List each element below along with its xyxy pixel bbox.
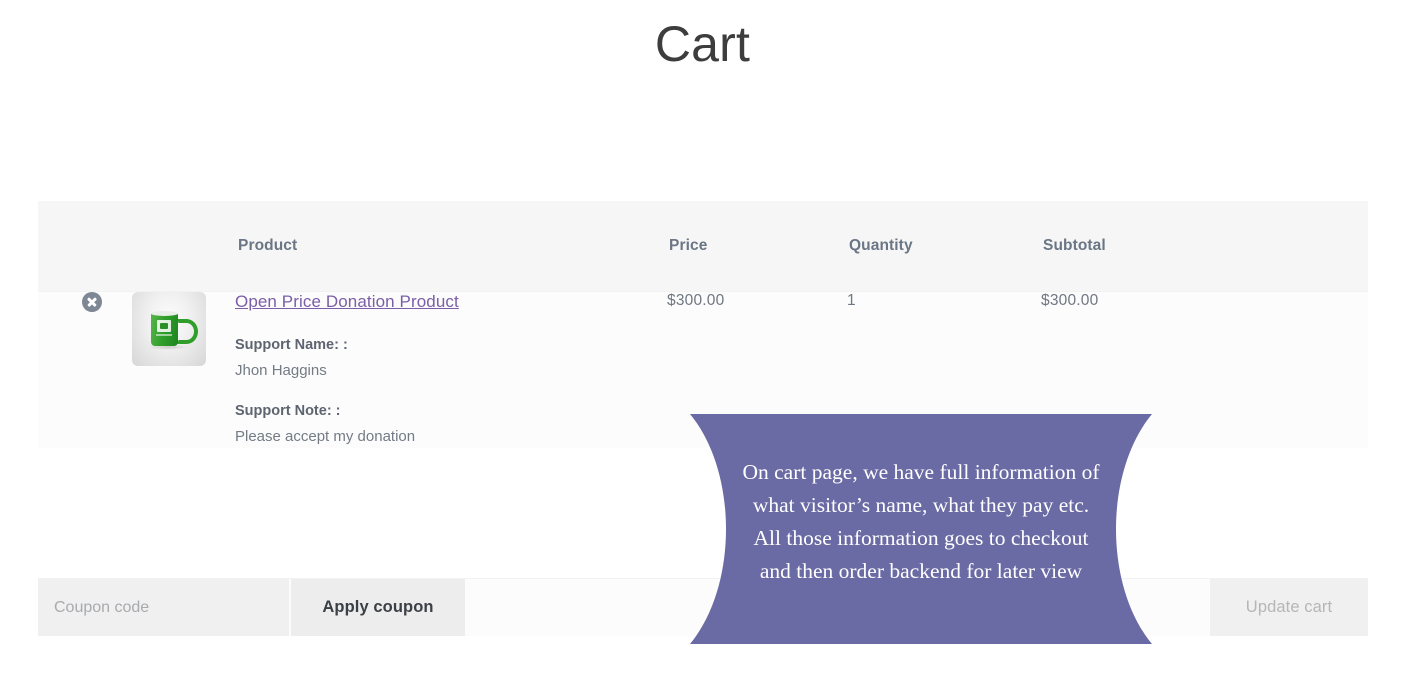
- column-header-quantity: Quantity: [847, 201, 1041, 292]
- product-name-link[interactable]: Open Price Donation Product: [235, 292, 459, 312]
- mug-handle: [175, 319, 198, 344]
- mug-rim: [151, 311, 178, 316]
- product-thumbnail-image[interactable]: [132, 292, 206, 366]
- page-title: Cart: [654, 16, 751, 72]
- coupon-code-input[interactable]: [38, 579, 289, 636]
- column-header-price: Price: [667, 201, 847, 292]
- cell-thumbnail: [130, 291, 235, 449]
- cart-table-head: Product Price Quantity Subtotal: [38, 201, 1368, 292]
- annotation-callout: On cart page, we have full information o…: [686, 410, 1156, 648]
- update-cart-button: Update cart: [1210, 579, 1368, 636]
- meta-value-support-name: Jhon Haggins: [235, 362, 327, 380]
- callout-line-1: On cart page, we have full information o…: [742, 460, 1100, 484]
- cell-product: Open Price Donation Product Support Name…: [235, 291, 667, 449]
- column-header-subtotal: Subtotal: [1041, 201, 1368, 292]
- meta-value-support-note: Please accept my donation: [235, 428, 416, 446]
- close-circle-icon[interactable]: [82, 292, 102, 312]
- meta-label-support-name: Support Name: :: [235, 337, 348, 353]
- cell-remove: [38, 291, 130, 449]
- cart-header-row: Product Price Quantity Subtotal: [38, 201, 1368, 292]
- column-header-remove: [38, 201, 130, 292]
- meta-label-support-note: Support Note: :: [235, 402, 341, 419]
- product-meta-support-name: Support Name: : Jhon Haggins: [235, 334, 667, 383]
- callout-text: On cart page, we have full information o…: [686, 456, 1156, 588]
- column-header-thumbnail: [130, 201, 235, 292]
- apply-coupon-button[interactable]: Apply coupon: [291, 579, 465, 636]
- mug-label-underline: [156, 334, 172, 336]
- product-meta-support-note: Support Note: : Please accept my donatio…: [235, 400, 667, 449]
- callout-line-3: All those information goes to checkout: [753, 526, 1089, 550]
- mug-label: [157, 320, 171, 332]
- callout-line-2: what visitor’s name, what they pay etc.: [752, 493, 1090, 517]
- column-header-product: Product: [235, 201, 667, 292]
- callout-line-4: and then order backend for later view: [759, 559, 1083, 583]
